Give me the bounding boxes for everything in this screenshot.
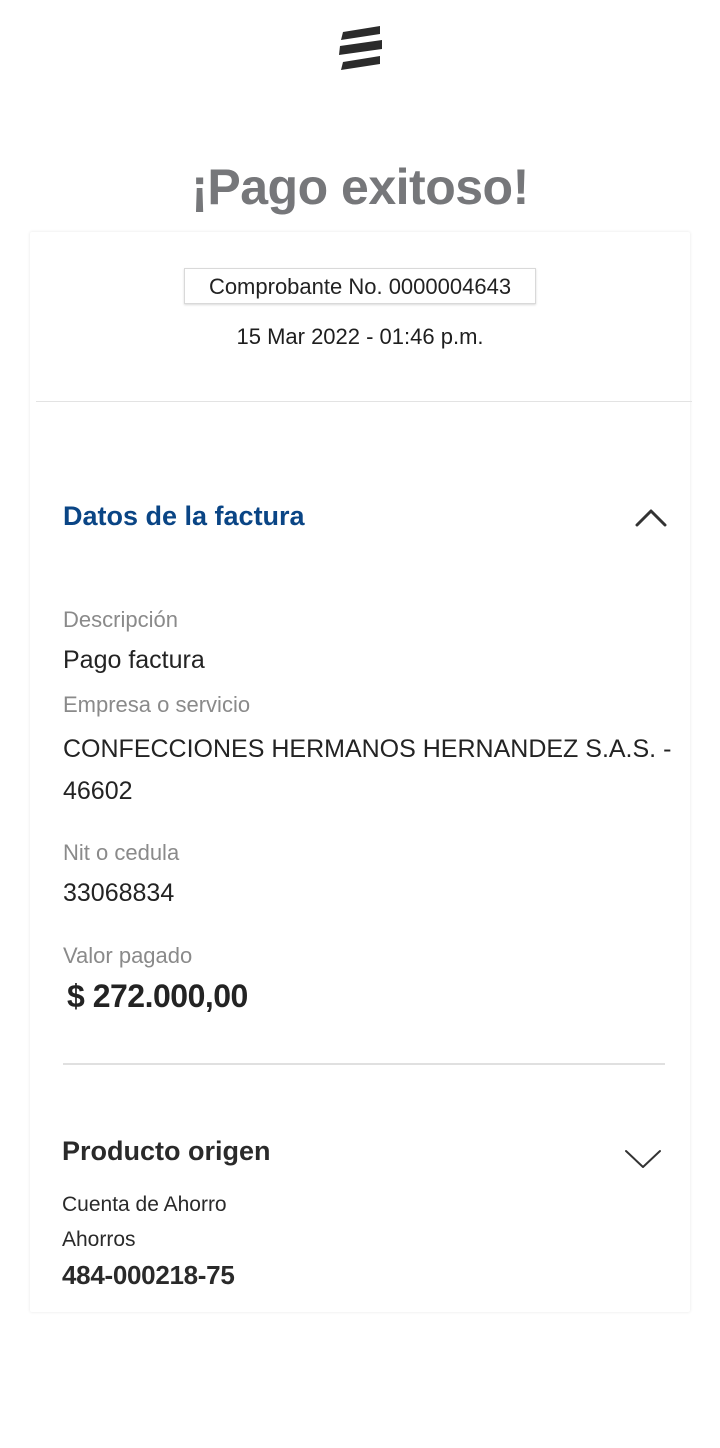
voucher-number: Comprobante No. 0000004643	[184, 268, 536, 304]
amount-label: Valor pagado	[63, 943, 193, 968]
divider	[36, 401, 692, 402]
description-label: Descripción	[63, 607, 178, 632]
page-title: ¡Pago exitoso!	[191, 159, 529, 215]
bank-logo-icon	[336, 24, 386, 72]
chevron-up-icon[interactable]	[634, 506, 668, 528]
nit-label: Nit o cedula	[63, 840, 180, 865]
invoice-section-title[interactable]: Datos de la factura	[63, 498, 305, 534]
company-value: CONFECCIONES HERMANOS HERNANDEZ S.A.S. -…	[63, 735, 672, 805]
account-kind: Ahorros	[62, 1228, 136, 1251]
divider	[63, 1063, 665, 1065]
account-number: 484-000218-75	[62, 1260, 235, 1290]
account-type: Cuenta de Ahorro	[62, 1193, 227, 1216]
description-value: Pago factura	[63, 646, 205, 674]
nit-value: 33068834	[63, 879, 175, 907]
origin-section-title[interactable]: Producto origen	[62, 1133, 271, 1169]
transaction-datetime: 15 Mar 2022 - 01:46 p.m.	[236, 324, 484, 349]
chevron-down-icon[interactable]	[624, 1148, 661, 1170]
amount-value: $ 272.000,00	[67, 978, 248, 1014]
company-label: Empresa o servicio	[63, 692, 251, 717]
